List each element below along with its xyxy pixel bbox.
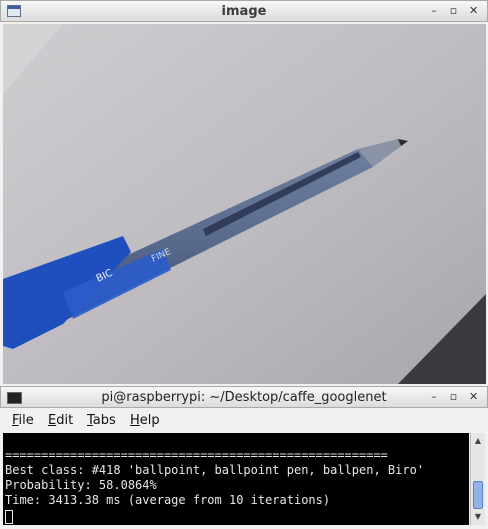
menu-edit[interactable]: Edit	[48, 413, 73, 428]
image-window: image – ▫ ✕ BIC FINE	[0, 0, 488, 386]
close-icon[interactable]: ✕	[469, 4, 481, 17]
terminal-cursor	[5, 510, 13, 524]
terminal-line: ========================================…	[5, 448, 388, 462]
scroll-up-icon[interactable]: ▲	[472, 435, 484, 447]
scroll-thumb[interactable]	[473, 481, 483, 509]
maximize-icon[interactable]: ▫	[450, 390, 462, 403]
menu-file[interactable]: File	[12, 413, 34, 428]
terminal-line: Probability: 58.0864%	[5, 478, 157, 492]
menu-help[interactable]: Help	[130, 413, 160, 428]
terminal-output[interactable]: ========================================…	[3, 433, 469, 525]
terminal-window-title: pi@raspberrypi: ~/Desktop/caffe_googlene…	[101, 390, 387, 405]
menu-tabs[interactable]: Tabs	[87, 413, 116, 428]
image-window-titlebar[interactable]: image – ▫ ✕	[0, 0, 488, 22]
terminal-line: Best class: #418 'ballpoint, ballpoint p…	[5, 463, 425, 477]
maximize-icon[interactable]: ▫	[450, 4, 462, 17]
terminal-menubar: File Edit Tabs Help	[0, 408, 488, 432]
terminal-scrollbar[interactable]: ▲ ▼	[470, 433, 485, 525]
scroll-down-icon[interactable]: ▼	[472, 511, 484, 523]
minimize-icon[interactable]: –	[430, 4, 442, 17]
terminal-window-titlebar[interactable]: pi@raspberrypi: ~/Desktop/caffe_googlene…	[0, 386, 488, 408]
camera-image: BIC FINE	[3, 24, 486, 384]
minimize-icon[interactable]: –	[430, 390, 442, 403]
image-window-title: image	[221, 4, 267, 19]
terminal-line: Time: 3413.38 ms (average from 10 iterat…	[5, 493, 331, 507]
close-icon[interactable]: ✕	[469, 390, 481, 403]
